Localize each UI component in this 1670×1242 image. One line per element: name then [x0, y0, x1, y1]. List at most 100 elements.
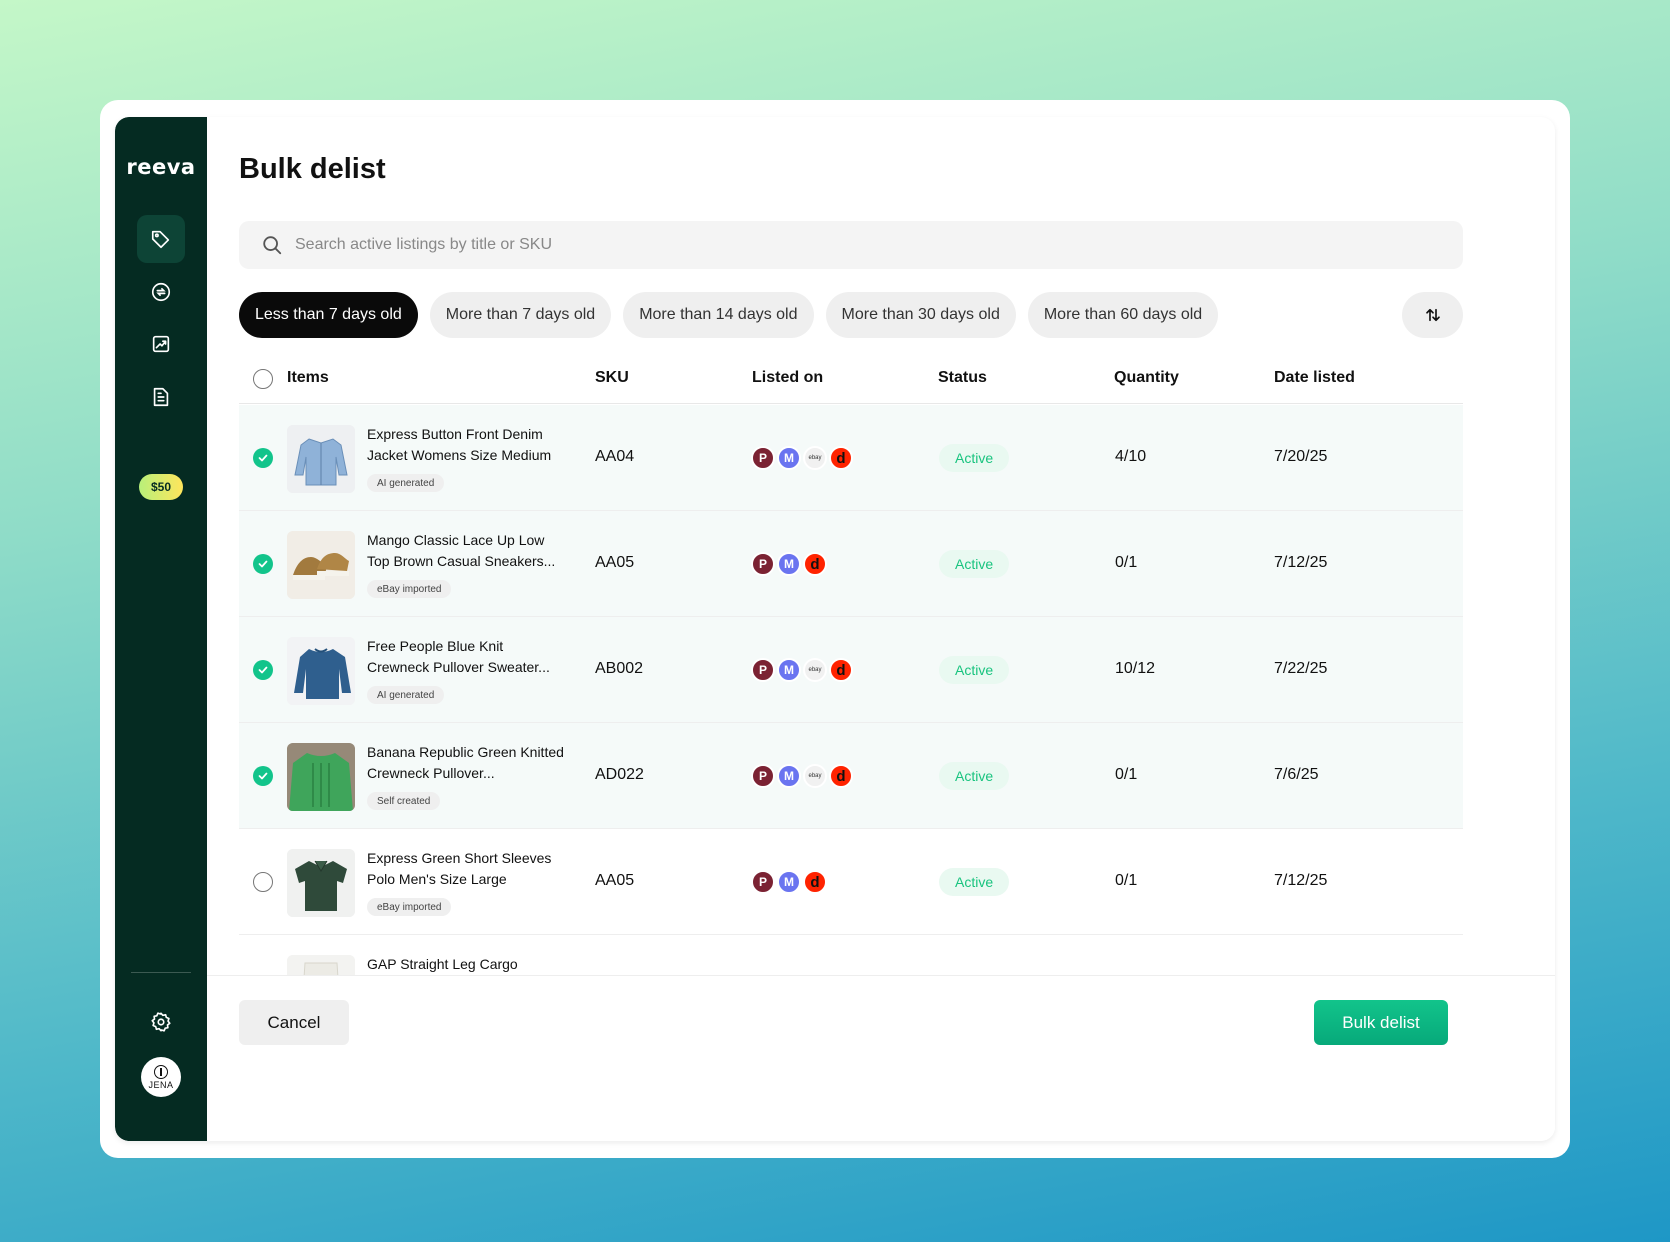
- brand-logo: reeva: [126, 155, 196, 179]
- item-title: Express Green Short Sleeves Polo Men's S…: [367, 850, 552, 887]
- row-select-radio[interactable]: [253, 872, 273, 892]
- poshmark-icon: P: [751, 552, 775, 576]
- nav-analytics-icon[interactable]: [137, 320, 185, 368]
- item-source-tag: Self created: [367, 792, 441, 810]
- filter-chip-more-than-7[interactable]: More than 7 days old: [429, 292, 612, 338]
- search-input[interactable]: [295, 236, 1395, 254]
- header-items: Items: [287, 369, 329, 386]
- item-sku: AA05: [595, 872, 635, 889]
- header-quantity: Quantity: [1114, 369, 1179, 386]
- item-thumbnail-polo: [287, 849, 355, 917]
- item-source-tag: AI generated: [367, 686, 445, 704]
- header-status: Status: [938, 369, 987, 386]
- filter-chip-more-than-14[interactable]: More than 14 days old: [623, 292, 814, 338]
- item-quantity: 0/1: [1115, 766, 1138, 783]
- poshmark-icon: P: [751, 870, 775, 894]
- mercari-icon: M: [777, 658, 801, 682]
- filter-chip-more-than-30[interactable]: More than 30 days old: [825, 292, 1016, 338]
- nav-documents-icon[interactable]: [137, 373, 185, 421]
- table-row[interactable]: Free People Blue Knit Crewneck Pullover …: [239, 617, 1463, 723]
- credit-badge[interactable]: $50: [139, 474, 183, 500]
- item-quantity: 10/12: [1115, 660, 1156, 677]
- search-icon: [263, 236, 282, 255]
- search-bar[interactable]: [239, 221, 1463, 269]
- item-quantity: 0/1: [1115, 872, 1138, 889]
- user-avatar[interactable]: JENA: [141, 1057, 181, 1097]
- depop-icon: d: [803, 870, 827, 894]
- header-date-listed: Date listed: [1274, 369, 1355, 386]
- item-thumbnail-cargo-pants: [287, 955, 355, 975]
- depop-icon: d: [829, 446, 853, 470]
- item-date-listed: 7/20/25: [1274, 448, 1328, 465]
- nav-sync-icon[interactable]: [137, 268, 185, 316]
- bulk-delist-app: reeva $50 JENA Bulk delist Less than 7 d…: [115, 117, 1555, 1141]
- status-badge: Active: [939, 868, 1010, 896]
- item-title: Banana Republic Green Knitted Crewneck P…: [367, 744, 564, 781]
- status-badge: Active: [939, 656, 1010, 684]
- item-title: Free People Blue Knit Crewneck Pullover …: [367, 638, 550, 675]
- ebay-icon: ebay: [803, 658, 827, 682]
- sidebar-divider: [131, 972, 191, 973]
- mercari-icon: M: [777, 870, 801, 894]
- item-title: Express Button Front Denim Jacket Womens…: [367, 426, 552, 463]
- depop-icon: d: [829, 658, 853, 682]
- item-source-tag: eBay imported: [367, 898, 452, 916]
- table-row[interactable]: Express Green Short Sleeves Polo Men's S…: [239, 829, 1463, 935]
- item-thumbnail-denim-jacket: [287, 425, 355, 493]
- table-row[interactable]: GAP Straight Leg Cargo P M ebay d: [239, 935, 1463, 975]
- poshmark-icon: P: [751, 764, 775, 788]
- header-listed-on: Listed on: [752, 369, 824, 386]
- footer-actions: Cancel Bulk delist: [207, 975, 1555, 1141]
- status-badge: Active: [939, 550, 1010, 578]
- item-sku: AD022: [595, 766, 644, 783]
- item-thumbnail-green-sweater: [287, 743, 355, 811]
- poshmark-icon: P: [751, 446, 775, 470]
- table-row[interactable]: Mango Classic Lace Up Low Top Brown Casu…: [239, 511, 1463, 617]
- item-source-tag: eBay imported: [367, 580, 452, 598]
- avatar-logo-icon: [154, 1064, 168, 1079]
- nav-listings-tag-icon[interactable]: [137, 215, 185, 263]
- sidebar: reeva $50 JENA: [115, 117, 207, 1141]
- item-quantity: 0/1: [1115, 554, 1138, 571]
- item-date-listed: 7/22/25: [1274, 660, 1328, 677]
- item-date-listed: 7/6/25: [1274, 766, 1319, 783]
- row-checked-icon[interactable]: [253, 554, 273, 574]
- item-sku: AA05: [595, 554, 635, 571]
- item-title: Mango Classic Lace Up Low Top Brown Casu…: [367, 532, 556, 569]
- filter-chip-more-than-60[interactable]: More than 60 days old: [1027, 292, 1219, 338]
- item-quantity: 4/10: [1115, 448, 1147, 465]
- page-title: Bulk delist: [239, 153, 386, 185]
- item-sku: AB002: [595, 660, 644, 677]
- status-badge: Active: [939, 762, 1010, 790]
- bulk-delist-button[interactable]: Bulk delist: [1314, 1000, 1448, 1045]
- ebay-icon: ebay: [803, 764, 827, 788]
- poshmark-icon: P: [751, 658, 775, 682]
- table-header: Items SKU Listed on Status Quantity Date…: [239, 354, 1463, 404]
- settings-gear-icon[interactable]: [137, 998, 185, 1046]
- item-date-listed: 7/12/25: [1274, 872, 1328, 889]
- item-thumbnail-sneakers: [287, 531, 355, 599]
- row-checked-icon[interactable]: [253, 660, 273, 680]
- filter-chip-less-than-7[interactable]: Less than 7 days old: [239, 292, 418, 338]
- listings-table-body: Express Button Front Denim Jacket Womens…: [239, 405, 1463, 975]
- row-checked-icon[interactable]: [253, 448, 273, 468]
- age-filter-chips: Less than 7 days old More than 7 days ol…: [239, 292, 1219, 338]
- select-all-radio[interactable]: [253, 369, 273, 389]
- status-badge: Active: [939, 444, 1010, 472]
- mercari-icon: M: [777, 552, 801, 576]
- depop-icon: d: [803, 552, 827, 576]
- mercari-icon: M: [777, 764, 801, 788]
- cancel-button[interactable]: Cancel: [239, 1000, 349, 1045]
- sort-button[interactable]: [1402, 292, 1463, 338]
- item-source-tag: AI generated: [367, 474, 445, 492]
- ebay-icon: ebay: [803, 446, 827, 470]
- item-sku: AA04: [595, 448, 635, 465]
- item-thumbnail-blue-sweater: [287, 637, 355, 705]
- table-row[interactable]: Express Button Front Denim Jacket Womens…: [239, 405, 1463, 511]
- header-sku: SKU: [595, 369, 629, 386]
- row-checked-icon[interactable]: [253, 766, 273, 786]
- table-row[interactable]: Banana Republic Green Knitted Crewneck P…: [239, 723, 1463, 829]
- sort-arrows-icon: [1425, 308, 1440, 322]
- avatar-label: JENA: [148, 1079, 174, 1090]
- item-date-listed: 7/12/25: [1274, 554, 1328, 571]
